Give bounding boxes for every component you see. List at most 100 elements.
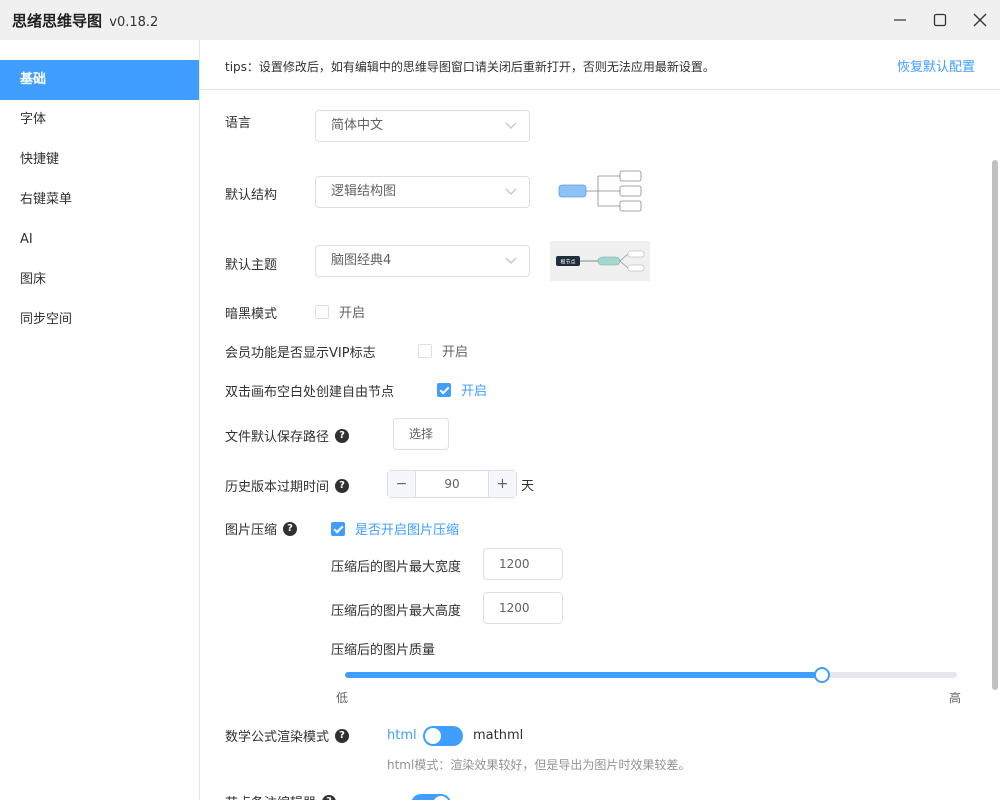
math-html-option[interactable]: html bbox=[387, 728, 417, 743]
dark-mode-option[interactable]: 开启 bbox=[339, 302, 365, 321]
quality-low-label: 低 bbox=[336, 691, 349, 705]
sidebar-item-font[interactable]: 字体 bbox=[0, 100, 199, 140]
help-icon[interactable]: ? bbox=[283, 521, 298, 536]
free-node-checkbox-group[interactable]: 开启 bbox=[437, 380, 487, 399]
settings-sidebar: 基础 字体 快捷键 右键菜单 AI 图床 同步空间 bbox=[0, 40, 200, 800]
history-expiry-label: 历史版本过期时间 bbox=[225, 480, 330, 495]
app-version: v0.18.2 bbox=[109, 15, 159, 30]
image-compress-option[interactable]: 是否开启图片压缩 bbox=[355, 519, 459, 538]
chevron-down-icon bbox=[505, 122, 517, 129]
max-width-label: 压缩后的图片最大宽度 bbox=[331, 560, 462, 575]
vip-checkbox-group[interactable]: 开启 bbox=[418, 341, 468, 360]
maximize-button[interactable] bbox=[920, 0, 960, 40]
max-width-row: 压缩后的图片最大宽度 bbox=[331, 556, 461, 575]
minimize-icon bbox=[894, 19, 906, 21]
scrollbar-track[interactable] bbox=[990, 90, 1000, 800]
free-node-checkbox[interactable] bbox=[437, 382, 451, 397]
theme-row: 默认主题 bbox=[225, 254, 277, 273]
minimize-button[interactable] bbox=[880, 0, 920, 40]
help-icon[interactable]: ? bbox=[335, 728, 350, 743]
language-label: 语言 bbox=[225, 116, 252, 131]
structure-label: 默认结构 bbox=[225, 188, 278, 203]
quality-high-wrap: 高 bbox=[949, 689, 961, 706]
sidebar-item-context-menu[interactable]: 右键菜单 bbox=[0, 180, 199, 220]
quality-high-label: 高 bbox=[949, 691, 962, 705]
switch-knob bbox=[425, 728, 441, 744]
theme-preview-image: 根节点 bbox=[550, 241, 650, 281]
math-left-option-wrap: html bbox=[387, 728, 417, 743]
title-bar: 思绪思维导图 v0.18.2 bbox=[0, 0, 1000, 40]
next-setting-row: 节点备注编辑器 ? bbox=[225, 792, 337, 800]
classic-theme-preview-icon: 根节点 bbox=[556, 250, 645, 272]
image-compress-label: 图片压缩 bbox=[225, 523, 278, 538]
sidebar-item-basic[interactable]: 基础 bbox=[0, 60, 199, 100]
quality-slider-handle[interactable] bbox=[814, 667, 831, 683]
theme-label: 默认主题 bbox=[225, 258, 278, 273]
image-compress-checkbox-group[interactable]: 是否开启图片压缩 bbox=[331, 519, 459, 538]
theme-value: 脑图经典4 bbox=[331, 253, 392, 268]
theme-select[interactable]: 脑图经典4 bbox=[315, 245, 530, 277]
math-mathml-option[interactable]: mathml bbox=[473, 728, 523, 743]
math-render-switch[interactable] bbox=[423, 726, 463, 746]
next-setting-switch[interactable] bbox=[411, 794, 451, 800]
choose-path-button[interactable]: 选择 bbox=[393, 418, 449, 450]
math-right-option-wrap: mathml bbox=[473, 728, 523, 743]
math-render-label: 数学公式渲染模式 bbox=[225, 730, 330, 745]
history-expiry-stepper[interactable]: − 90 + bbox=[387, 470, 517, 498]
history-expiry-unit-wrap: 天 bbox=[521, 475, 534, 494]
dark-mode-checkbox[interactable] bbox=[315, 304, 329, 319]
quality-slider[interactable] bbox=[345, 667, 957, 683]
close-icon bbox=[973, 13, 987, 27]
history-expiry-row: 历史版本过期时间 ? bbox=[225, 476, 350, 495]
image-compress-checkbox[interactable] bbox=[331, 521, 345, 536]
dark-mode-row: 暗黑模式 bbox=[225, 303, 277, 322]
sidebar-item-image-host[interactable]: 图床 bbox=[0, 260, 199, 300]
help-icon[interactable]: ? bbox=[335, 428, 350, 443]
vip-checkbox[interactable] bbox=[418, 343, 432, 358]
tip-text: tips：设置修改后，如有编辑中的思维导图窗口请关闭后重新打开，否则无法应用最新… bbox=[225, 60, 715, 74]
save-path-label: 文件默认保存路径 bbox=[225, 430, 330, 445]
switch-knob bbox=[433, 796, 449, 800]
language-value: 简体中文 bbox=[331, 118, 384, 133]
scrollbar-thumb[interactable] bbox=[992, 160, 998, 690]
image-compress-row: 图片压缩 ? bbox=[225, 519, 298, 538]
theme-preview-root-text: 根节点 bbox=[560, 259, 575, 266]
tip-bar: tips：设置修改后，如有编辑中的思维导图窗口请关闭后重新打开，否则无法应用最新… bbox=[200, 40, 1000, 90]
reset-defaults-link[interactable]: 恢复默认配置 bbox=[897, 56, 975, 75]
logical-structure-preview-icon bbox=[558, 170, 642, 212]
structure-value: 逻辑结构图 bbox=[331, 184, 397, 199]
next-setting-label: 节点备注编辑器 bbox=[225, 792, 316, 800]
vip-option[interactable]: 开启 bbox=[442, 341, 468, 360]
sidebar-item-sync-space[interactable]: 同步空间 bbox=[0, 300, 199, 340]
help-icon[interactable]: ? bbox=[335, 478, 350, 493]
max-width-input[interactable]: 1200 bbox=[483, 548, 563, 580]
structure-row: 默认结构 bbox=[225, 184, 277, 203]
structure-select[interactable]: 逻辑结构图 bbox=[315, 176, 530, 208]
quality-slider-fill bbox=[345, 672, 823, 678]
quality-low-wrap: 低 bbox=[336, 689, 348, 706]
maximize-icon bbox=[933, 13, 947, 27]
max-height-row: 压缩后的图片最大高度 bbox=[331, 600, 461, 619]
app-name: 思绪思维导图 bbox=[12, 12, 103, 30]
decrement-button[interactable]: − bbox=[388, 471, 416, 497]
sidebar-item-shortcuts[interactable]: 快捷键 bbox=[0, 140, 199, 180]
sidebar-item-ai[interactable]: AI bbox=[0, 220, 199, 260]
increment-button[interactable]: + bbox=[488, 471, 516, 497]
math-render-row: 数学公式渲染模式 ? bbox=[225, 726, 350, 745]
save-path-row: 文件默认保存路径 ? bbox=[225, 426, 350, 445]
history-expiry-value[interactable]: 90 bbox=[416, 471, 488, 497]
language-row: 语言 bbox=[225, 112, 251, 131]
chevron-down-icon bbox=[505, 188, 517, 195]
max-height-input[interactable]: 1200 bbox=[483, 592, 563, 624]
free-node-row: 双击画布空白处创建自由节点 bbox=[225, 381, 394, 400]
close-button[interactable] bbox=[960, 0, 1000, 40]
help-icon[interactable]: ? bbox=[322, 794, 337, 800]
dark-mode-checkbox-group[interactable]: 开启 bbox=[315, 302, 365, 321]
app-title: 思绪思维导图 v0.18.2 bbox=[12, 10, 158, 31]
quality-label: 压缩后的图片质量 bbox=[331, 643, 436, 658]
chevron-down-icon bbox=[505, 257, 517, 264]
dark-mode-label: 暗黑模式 bbox=[225, 307, 278, 322]
free-node-option[interactable]: 开启 bbox=[461, 380, 487, 399]
quality-row: 压缩后的图片质量 bbox=[331, 639, 435, 658]
language-select[interactable]: 简体中文 bbox=[315, 110, 530, 142]
